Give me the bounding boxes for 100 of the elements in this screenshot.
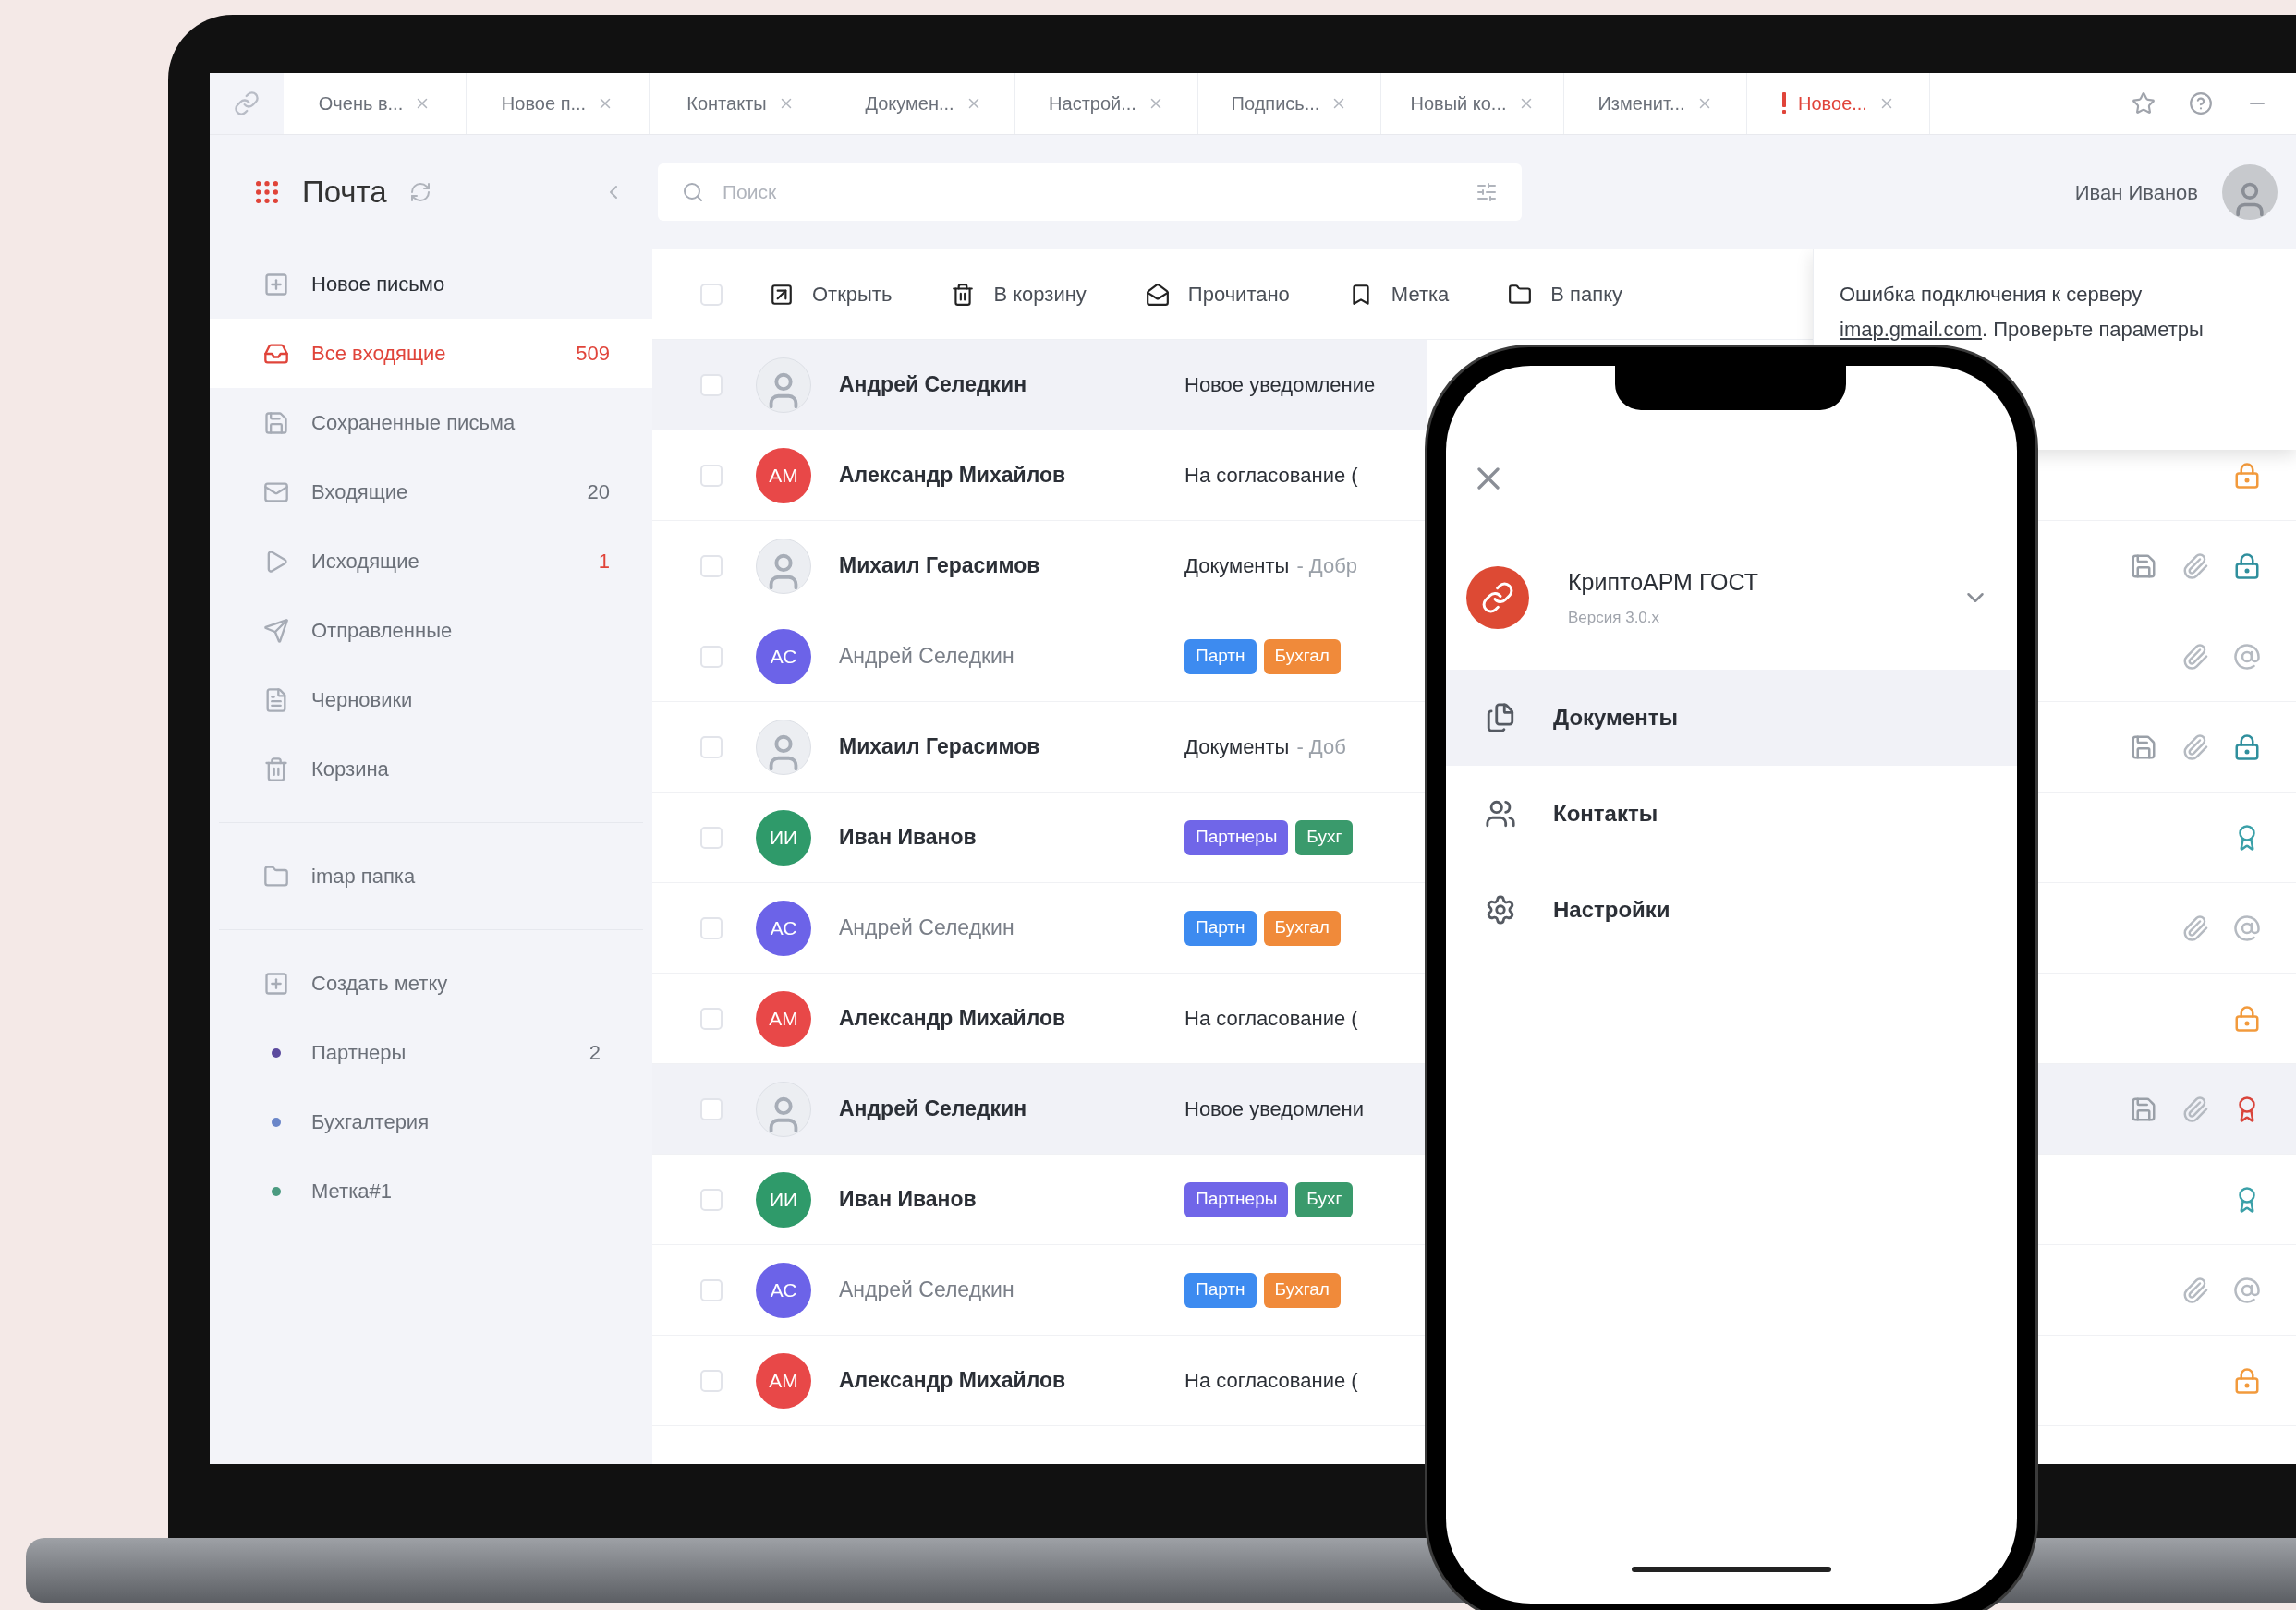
tab[interactable]: Новое п... [467,73,650,134]
tab[interactable]: Контакты [650,73,832,134]
sidebar-item[interactable]: Корзина [210,734,652,804]
checkbox[interactable] [700,464,723,487]
checkbox[interactable] [700,283,723,306]
app-name: КриптоАРМ ГОСТ [1568,568,1758,597]
toolbar-button[interactable]: Метка [1348,279,1450,309]
user-name[interactable]: Иван Иванов [2074,176,2198,208]
checkbox[interactable] [700,1097,723,1120]
star-icon[interactable] [2132,91,2156,115]
open-envelope-icon [1145,282,1170,307]
mail-row[interactable]: Андрей Селедкин Новое уведомлени [652,1064,1427,1155]
user-avatar[interactable] [2222,164,2278,220]
tab[interactable]: Новый ко... [1381,73,1564,134]
item-count: 2 [589,1040,601,1066]
checkbox[interactable] [700,645,723,668]
tab-label: Новый ко... [1410,92,1507,115]
plus-square-icon [263,271,289,297]
sidebar-item[interactable]: Входящие 20 [210,457,652,527]
toolbar-button[interactable]: Открыть [770,279,893,309]
subject-text: Документы [1184,553,1290,579]
people-icon [1485,798,1516,829]
toolbar-button[interactable]: Прочитано [1145,279,1290,309]
folder-icon [1508,282,1533,307]
sender-name: Андрей Селедкин [839,1277,1014,1302]
sidebar-item[interactable]: Партнеры 2 [219,1018,643,1087]
tab[interactable]: Очень в... [284,73,467,134]
search-icon [682,181,704,203]
tab[interactable]: Новое... [1747,73,1930,134]
tab-label: Новое п... [501,92,587,115]
checkbox[interactable] [700,373,723,396]
checkbox[interactable] [700,1007,723,1030]
checkbox[interactable] [700,735,723,758]
tab-label: Настрой... [1049,92,1136,115]
preview-text: - Добр [1296,553,1358,579]
sidebar-label: imap папка [311,864,416,890]
trash-icon [951,282,976,307]
refresh-icon[interactable] [408,181,431,203]
menu-item[interactable]: Документы [1446,670,2017,766]
avatar: ИИ [756,1171,811,1228]
search-field[interactable]: Поиск [658,163,1522,221]
sidebar-item[interactable]: Исходящие 1 [210,527,652,596]
avatar: ИИ [756,809,811,866]
server-link[interactable]: imap.gmail.com [1840,318,1983,341]
tab-label: Новое... [1798,92,1867,115]
tab-label: Изменит... [1597,92,1685,115]
tab[interactable]: Докумен... [832,73,1015,134]
help-icon[interactable] [2189,91,2213,115]
tag: Бухгал [1263,910,1341,946]
toolbar-button[interactable]: В корзину [951,279,1087,309]
toolbar-button[interactable]: В папку [1508,279,1623,309]
checkbox[interactable] [700,554,723,577]
filter-icon[interactable] [1476,181,1498,203]
sidebar-label: Входящие [311,479,408,505]
menu-label: Документы [1553,704,1678,732]
sidebar-item[interactable]: imap папка [219,841,643,911]
avatar: АС [756,1262,811,1318]
sender-name: Михаил Герасимов [839,553,1040,578]
checkbox[interactable] [700,826,723,849]
tag: Бухгал [1263,638,1341,674]
paper-plane-icon [263,617,289,644]
sender-name: Андрей Селедкин [839,372,1027,397]
sidebar-item[interactable]: Черновики [210,665,652,734]
sidebar-item[interactable]: Сохраненные письма [210,388,652,457]
checkbox[interactable] [700,916,723,939]
sidebar-item[interactable]: Все входящие 509 [210,319,652,388]
tag: Бухг [1295,1181,1354,1217]
tag: Партнеры [1184,1181,1289,1217]
sender-name: Андрей Селедкин [839,1096,1027,1121]
sidebar-item[interactable]: Отправленные [210,596,652,665]
sidebar-item[interactable]: Создать метку [219,949,643,1018]
trash-icon [263,756,289,782]
tag: Бухг [1295,819,1354,855]
avatar: АМ [756,990,811,1047]
sidebar-label: Черновики [311,687,413,713]
sidebar-label: Бухгалтерия [311,1109,430,1135]
tab[interactable]: Подпись... [1198,73,1381,134]
sender-name: Александр Михайлов [839,463,1066,488]
sender-name: Александр Михайлов [839,1368,1066,1393]
tab[interactable]: Изменит... [1564,73,1747,134]
arrow-square-icon [770,282,794,307]
mail-row[interactable]: Андрей Селедкин Новое уведомление [652,340,1427,430]
tag: Партн [1184,1272,1257,1308]
tab[interactable]: Настрой... [1015,73,1198,134]
checkbox[interactable] [700,1278,723,1301]
sidebar-item[interactable]: Бухгалтерия [219,1087,643,1156]
tag: Партн [1184,910,1257,946]
documents-icon [1485,702,1516,733]
app-title: Почта [302,174,387,212]
sidebar-item[interactable]: Новое письмо [210,249,652,319]
checkbox[interactable] [700,1369,723,1392]
sender-name: Андрей Селедкин [839,644,1014,669]
folder-icon [263,863,289,890]
item-count: 20 [587,479,610,505]
checkbox[interactable] [700,1188,723,1211]
subject-text: Новое уведомление [1184,372,1376,398]
sidebar-label: Корзина [311,757,389,782]
sender-name: Андрей Селедкин [839,915,1014,940]
sidebar-item[interactable]: Метка#1 [219,1156,643,1226]
item-count: 1 [598,549,610,575]
